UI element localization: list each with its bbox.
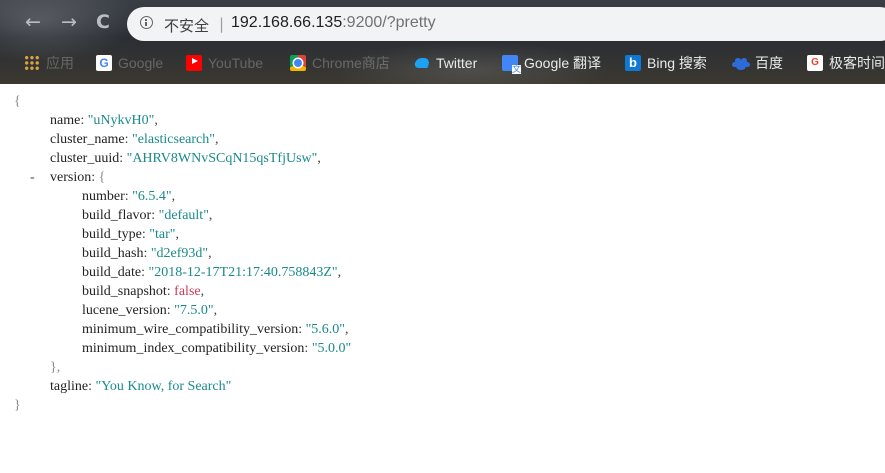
json-version-close: },: [50, 360, 61, 375]
bookmark-label: Twitter: [436, 55, 478, 71]
json-line-build-hash: build_hash: "d2ef93d",: [82, 246, 212, 261]
apps-grid-icon: [24, 55, 40, 71]
bookmark-label: 百度: [755, 55, 783, 71]
json-string-value: "d2ef93d": [150, 246, 209, 261]
json-boolean-value: false: [174, 284, 201, 299]
bookmark-google-translate[interactable]: Google 翻译: [502, 52, 601, 74]
json-line-cluster-uuid: cluster_uuid: "AHRV8WNvSCqN15qsTfjUsw",: [50, 151, 321, 166]
bookmark-label: 应用: [46, 55, 74, 71]
bookmark-chrome-store[interactable]: Chrome商店: [290, 52, 390, 74]
bookmark-baidu[interactable]: 百度: [733, 52, 783, 74]
json-collapse-toggle[interactable]: -: [30, 168, 35, 187]
json-key: build_snapshot: [82, 284, 167, 299]
google-icon: [96, 55, 112, 71]
bookmark-google[interactable]: Google: [96, 52, 163, 74]
json-string-value: "elasticsearch": [132, 132, 215, 147]
json-line-build-date: build_date: "2018-12-17T21:17:40.758843Z…: [82, 265, 342, 280]
bing-icon: [625, 55, 641, 71]
url-text[interactable]: 192.168.66.135:9200/?pretty: [231, 14, 436, 32]
bookmark-label: Chrome商店: [312, 55, 390, 71]
twitter-icon: [414, 55, 430, 71]
chrome-web-store-icon: [290, 55, 306, 71]
info-icon[interactable]: [140, 16, 153, 29]
json-string-value: "5.6.0": [305, 322, 346, 337]
json-line-min-index-compat: minimum_index_compatibility_version: "5.…: [82, 341, 352, 356]
baidu-icon: [733, 55, 749, 71]
bookmark-label: Bing 搜索: [647, 55, 707, 71]
json-line-tagline: tagline: "You Know, for Search": [50, 379, 232, 394]
bookmark-twitter[interactable]: Twitter: [414, 52, 477, 74]
json-string-value: "5.0.0": [311, 341, 352, 356]
json-line-number: number: "6.5.4",: [82, 189, 176, 204]
json-line-lucene-version: lucene_version: "7.5.0",: [82, 303, 218, 318]
json-key: number: [82, 189, 125, 204]
json-line-version: version: {: [50, 170, 106, 185]
bookmark-youtube[interactable]: YouTube: [186, 52, 263, 74]
google-translate-icon: [502, 55, 521, 74]
forward-button[interactable]: →: [56, 9, 82, 35]
bookmark-label: YouTube: [208, 55, 264, 71]
json-key: build_date: [82, 265, 142, 280]
json-key: build_hash: [82, 246, 144, 261]
reload-button[interactable]: C: [90, 9, 116, 35]
json-line-cluster-name: cluster_name: "elasticsearch",: [50, 132, 219, 147]
bookmark-label: Google: [118, 55, 164, 71]
back-button[interactable]: ←: [20, 9, 46, 35]
json-key: minimum_index_compatibility_version: [82, 341, 305, 356]
url-host: 192.168.66.135: [231, 14, 343, 31]
json-line-build-snapshot: build_snapshot: false,: [82, 284, 205, 299]
json-string-value: "6.5.4": [132, 189, 172, 204]
json-string-value: "uNykvH0": [87, 113, 155, 128]
bookmarks-bar: 应用 Google YouTube Chrome商店 Twitter Googl…: [0, 48, 885, 78]
bookmark-apps[interactable]: 应用: [24, 52, 74, 74]
json-line-min-wire-compat: minimum_wire_compatibility_version: "5.6…: [82, 322, 349, 337]
json-string-value: "tar": [149, 227, 176, 242]
bookmark-label: 极客时间: [829, 55, 885, 71]
json-string-value: "7.5.0": [174, 303, 214, 318]
json-key: build_flavor: [82, 208, 152, 223]
json-line-build-flavor: build_flavor: "default",: [82, 208, 213, 223]
bookmark-bing[interactable]: Bing 搜索: [625, 52, 707, 74]
json-root-open: {: [14, 94, 21, 109]
json-key: cluster_uuid: [50, 151, 120, 166]
bookmark-label: Google 翻译: [524, 55, 602, 71]
bookmark-geek-time[interactable]: 极客时间: [807, 52, 885, 74]
address-bar[interactable]: 不安全 | 192.168.66.135:9200/?pretty: [127, 7, 885, 41]
json-key: cluster_name: [50, 132, 125, 147]
address-separator: |: [219, 15, 225, 33]
json-key: tagline: [50, 379, 89, 394]
url-path: :9200/?pretty: [342, 14, 436, 31]
json-string-value: "You Know, for Search": [95, 379, 232, 394]
youtube-icon: [186, 55, 202, 71]
json-key: version: [50, 170, 92, 185]
json-line-build-type: build_type: "tar",: [82, 227, 179, 242]
json-root-close: }: [14, 398, 21, 413]
json-line-name: name: "uNykvH0",: [50, 113, 158, 128]
json-key: lucene_version: [82, 303, 167, 318]
json-key: build_type: [82, 227, 142, 242]
json-string-value: "default": [158, 208, 209, 223]
json-key: minimum_wire_compatibility_version: [82, 322, 299, 337]
browser-chrome: ← → C 不安全 | 192.168.66.135:9200/?pretty …: [0, 0, 885, 84]
json-string-value: "2018-12-17T21:17:40.758843Z": [148, 265, 338, 280]
geek-time-icon: [807, 55, 823, 71]
not-secure-label: 不安全: [164, 17, 210, 35]
json-string-value: "AHRV8WNvSCqN15qsTfjUsw": [126, 151, 318, 166]
json-key: name: [50, 113, 81, 128]
json-viewer: { name: "uNykvH0", cluster_name: "elasti…: [0, 86, 885, 473]
